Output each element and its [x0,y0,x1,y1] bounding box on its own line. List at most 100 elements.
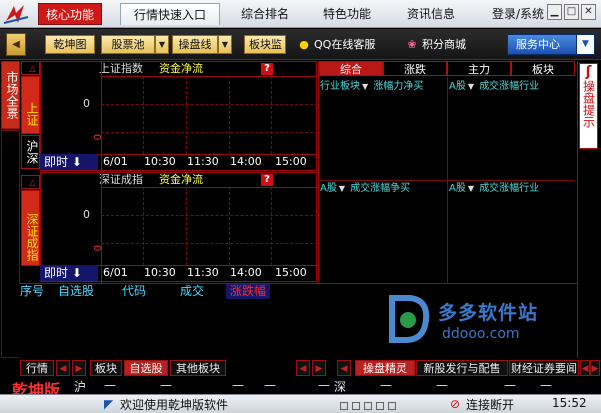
watermark-logo-icon [389,295,430,343]
list-header-ashare-1[interactable]: A股 ▼ 成交涨幅行业 [449,80,539,94]
watchlist-col-name[interactable]: 自选股 [58,284,94,299]
status-bar: ◤ 欢迎使用乾坤版软件 ⊘ 连接断开 15:52 [0,394,601,413]
bottom-next4-icon[interactable]: ▶ [590,360,600,376]
chevron-down-icon[interactable]: ▼ [576,35,594,54]
panel2-grid-h2 [101,243,318,244]
bottom-tab-ipo[interactable]: 新股发行与配售 [416,360,508,376]
panel1-grid-v1 [143,76,144,154]
qiankun-chart-button[interactable]: 乾坤图 [45,35,95,54]
qq-service-label: QQ在线客服 [314,38,376,51]
maximize-icon[interactable]: □ [564,4,579,20]
panel2-grid-v3 [229,187,230,265]
panel1-time-select[interactable]: 即时 ⬇ [40,154,98,170]
tab-rise-fall[interactable]: 涨跌 [383,61,447,76]
stock-pool-dropdown-icon[interactable]: ▼ [155,35,169,54]
panel2-help-icon[interactable]: ? [261,174,273,186]
panel2-zero-label: 0 [83,208,90,221]
panel2-axis-line [101,173,102,283]
qq-service-link[interactable]: ● QQ在线客服 [296,37,375,53]
panel1-grid-v4 [271,76,272,154]
bottom-tab-trading-genie[interactable]: 操盘精灵 [355,360,415,376]
trading-line-button[interactable]: 操盘线 [172,35,218,54]
tab-market-overview[interactable]: 市场全景 [1,61,20,129]
ticker-sh-label: 沪 [74,380,87,394]
watermark: 多多软件站 ddooo.com [382,288,572,356]
sector-monitor-button[interactable]: 板块监 [244,35,286,54]
watchlist-col-code[interactable]: 代码 [122,284,146,299]
ticker-sz-dash-3: — [504,378,516,392]
panel2-grid-v2 [186,187,187,265]
panel2-title: 深证成指 [99,173,143,186]
watchlist-col-index[interactable]: 序号 [20,284,44,299]
panel2-grid-h1 [101,215,318,216]
bottom-prev-icon[interactable]: ◀ [56,360,70,376]
panel2-time-label: 即时 [44,266,69,280]
bottom-tab-finance-news[interactable]: 财经证券要闻 [509,360,579,376]
tab-main-force[interactable]: 主力 [447,61,511,76]
watchlist-col-volume[interactable]: 成交 [180,284,204,299]
bottom-prev4-icon[interactable]: ◀ [580,360,590,376]
service-center-label: 服务中心 [516,38,560,51]
list-header-ashare-1-a: A股 [449,81,466,92]
tab-sectors[interactable]: 板块 [511,61,575,76]
status-indicators [340,399,430,410]
ticker-sh-dash-3: — [232,378,244,392]
menu-core-functions[interactable]: 核心功能 [38,3,102,25]
tab-shenzhen-component[interactable]: 深证成指 [21,190,40,266]
panel1-help-icon[interactable]: ? [261,63,273,75]
panel2-up-arrow-icon[interactable]: △ [21,175,40,189]
trading-line-dropdown-icon[interactable]: ▼ [218,35,232,54]
toolbar-back-button[interactable]: ◀ [6,33,26,56]
panel1-up-arrow-icon[interactable]: △ [21,61,40,75]
watchlist-col-change[interactable]: 涨跌幅 [226,284,271,299]
panel1-zero-label: 0 [83,97,90,110]
service-center-button[interactable]: 服务中心 ▼ [507,34,595,55]
info-flag-icon: ◤ [104,397,114,411]
menu-ranking[interactable]: 综合排名 [232,3,298,25]
bottom-tab-sectors[interactable]: 板块 [90,360,122,376]
panel1-top-line [101,76,318,77]
ticker-sh-dash-5: — [318,378,330,392]
gift-icon: ❀ [407,38,417,51]
qq-penguin-icon: ● [299,38,309,51]
connection-status[interactable]: 连接断开 [466,396,514,413]
bottom-tab-quotes[interactable]: 行情 [20,360,54,376]
close-icon[interactable]: ✕ [581,4,596,20]
minimize-icon[interactable]: ▁ [547,4,562,20]
list-header-ashare-3[interactable]: A股 ▼ 成交涨幅行业 [449,182,539,196]
tab-comprehensive[interactable]: 综合 [319,61,383,76]
bottom-tab-other-sectors[interactable]: 其他板块 [170,360,226,376]
menu-login-system[interactable]: 登录/系统 [488,3,548,25]
ticker-sz-dash-1: — [380,378,392,392]
arrow-down-icon: ⬇ [71,266,82,280]
stock-pool-button[interactable]: 股票池 [101,35,155,54]
bottom-tab-watchlist[interactable]: 自选股 [124,360,168,376]
panel1-grid-h2 [101,132,318,133]
bottom-next2-icon[interactable]: ▶ [312,360,326,376]
panel2-time-select[interactable]: 即时 ⬇ [40,265,98,281]
list-header-sector[interactable]: 行业板块 ▼ 涨幅力净买 [320,80,423,94]
ticker-sh-dash-4: — [264,378,276,392]
trading-tips-label: 操盘提示 [581,80,596,128]
menu-news[interactable]: 资讯信息 [398,3,464,25]
panel1-grid-v2 [186,76,187,154]
panel1-tick-4: 15:00 [275,155,307,168]
tab-shanghai[interactable]: 上证 [21,76,40,134]
menu-quote-entry[interactable]: 行情快速入口 [120,3,220,25]
arrow-down-icon: ⬇ [71,155,82,169]
panel1-title: 上证指数 [99,62,143,75]
menu-bar: 核心功能 行情快速入口 综合排名 特色功能 资讯信息 登录/系统 ▁ □ ✕ [0,0,601,28]
bottom-prev2-icon[interactable]: ◀ [296,360,310,376]
window-controls: ▁ □ ✕ [547,4,597,24]
menu-special[interactable]: 特色功能 [312,3,382,25]
tab-hushen[interactable]: 沪深 [21,135,40,169]
bottom-prev3-icon[interactable]: ◀ [337,360,351,376]
trading-tips-tab[interactable]: ʃ 操盘提示 [579,63,598,149]
points-mall-link[interactable]: ❀ 积分商城 [404,37,466,53]
panel1-grid-h1 [101,104,318,105]
panel2-tick-0: 6/01 [103,266,128,279]
list-header-ashare-2[interactable]: A股 ▼ 成交涨幅争买 [320,182,410,196]
list-header-sector-b: 涨幅力净买 [373,81,424,92]
ticker-sz-dash-2: — [436,378,448,392]
bottom-next-icon[interactable]: ▶ [72,360,86,376]
